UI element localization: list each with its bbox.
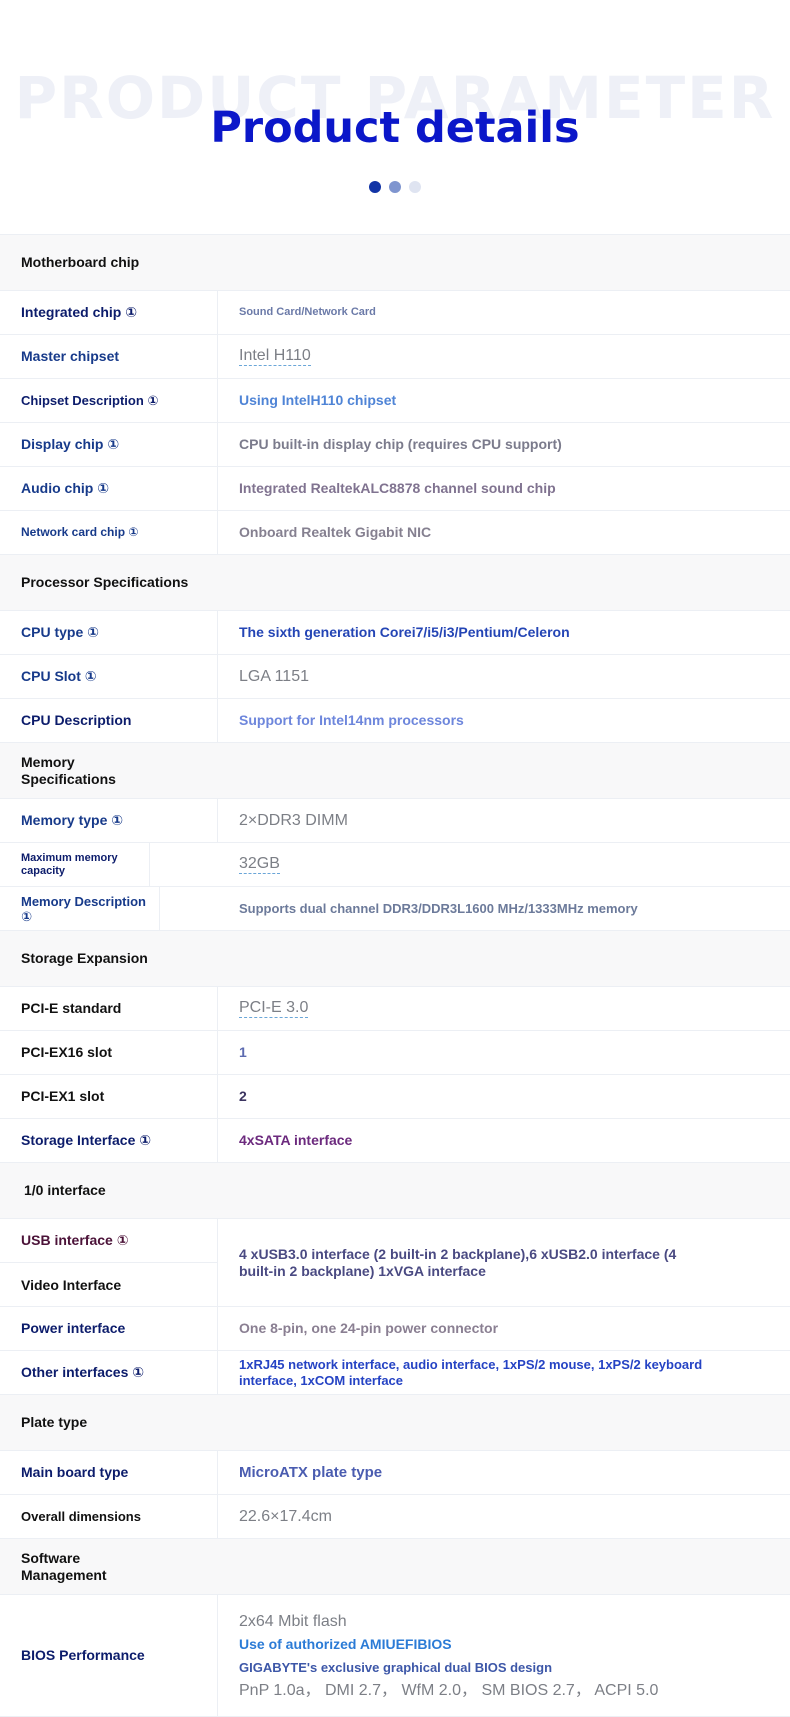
spec-row-memory-description: Memory Description ① Supports dual chann… — [0, 887, 790, 931]
spec-row-master-chipset: Master chipset Intel H110 — [0, 335, 790, 379]
spec-row-overall-dimensions: Overall dimensions 22.6×17.4cm — [0, 1495, 790, 1539]
spec-value: LGA 1151 — [239, 668, 309, 685]
carousel-dot-2[interactable] — [389, 181, 401, 193]
section-title: 1/0 interface — [24, 1182, 106, 1198]
bios-line-amiuefi: Use of authorized AMIUEFIBIOS — [239, 1635, 452, 1652]
spec-value: MicroATX plate type — [239, 1464, 383, 1481]
spec-row-cpu-type: CPU type ① The sixth generation Corei7/i… — [0, 611, 790, 655]
spec-label: BIOS Performance — [0, 1595, 218, 1716]
spec-label: PCI-E standard — [0, 987, 218, 1030]
spec-label: CPU type ① — [0, 611, 218, 654]
spec-value: One 8-pin, one 24-pin power connector — [239, 1320, 499, 1336]
spec-label: Overall dimensions — [0, 1495, 218, 1538]
spec-value: 2x64 Mbit flash Use of authorized AMIUEF… — [218, 1595, 790, 1716]
section-title: Storage Expansion — [21, 950, 148, 966]
spec-row-pci-ex16-slot: PCI-EX16 slot 1 — [0, 1031, 790, 1075]
spec-row-memory-type: Memory type ① 2×DDR3 DIMM — [0, 799, 790, 843]
spec-row-bios-performance: BIOS Performance 2x64 Mbit flash Use of … — [0, 1595, 790, 1717]
spec-value: CPU built-in display chip (requires CPU … — [239, 436, 562, 452]
section-io-interface: 1/0 interface — [0, 1163, 790, 1219]
page-title: Product details — [210, 103, 580, 153]
spec-value: 32GB — [218, 843, 790, 886]
spec-row-network-card-chip: Network card chip ① Onboard Realtek Giga… — [0, 511, 790, 555]
spec-value: PCI-E 3.0 — [218, 987, 790, 1030]
spec-value: Supports dual channel DDR3/DDR3L1600 MHz… — [239, 901, 638, 916]
spec-label: Memory Description ① — [0, 887, 160, 930]
spec-value: Support for Intel14nm processors — [239, 712, 464, 728]
spec-label: Display chip ① — [0, 423, 218, 466]
spec-value: Intel H110 — [218, 335, 790, 378]
spec-label: Master chipset — [0, 335, 218, 378]
carousel-dot-1[interactable] — [369, 181, 381, 193]
spec-row-storage-interface: Storage Interface ① 4xSATA interface — [0, 1119, 790, 1163]
spec-label-usb: USB interface ① — [0, 1219, 218, 1263]
spec-value-text: 32GB — [239, 855, 280, 874]
spec-row-cpu-description: CPU Description Support for Intel14nm pr… — [0, 699, 790, 743]
spec-label: Memory type ① — [0, 799, 218, 842]
spec-value: Sound Card/Network Card — [239, 306, 376, 318]
spec-value: The sixth generation Corei7/i5/i3/Pentiu… — [239, 624, 570, 640]
spec-row-pci-ex1-slot: PCI-EX1 slot 2 — [0, 1075, 790, 1119]
section-title: Processor Specifications — [21, 574, 189, 590]
spec-row-pcie-standard: PCI-E standard PCI-E 3.0 — [0, 987, 790, 1031]
carousel-dot-3[interactable] — [409, 181, 421, 193]
section-plate-type: Plate type — [0, 1395, 790, 1451]
section-title: Motherboard chip — [21, 254, 140, 270]
section-title: Software Management — [21, 1549, 107, 1583]
spec-label: PCI-EX1 slot — [0, 1075, 218, 1118]
section-storage-expansion: Storage Expansion — [0, 931, 790, 987]
spec-row-power-interface: Power interface One 8-pin, one 24-pin po… — [0, 1307, 790, 1351]
spec-row-chipset-description: Chipset Description ① Using IntelH110 ch… — [0, 379, 790, 423]
spec-row-cpu-slot: CPU Slot ① LGA 1151 — [0, 655, 790, 699]
section-title: Memory Specifications — [21, 753, 116, 787]
spec-label: Audio chip ① — [0, 467, 218, 510]
spec-value-text: Intel H110 — [239, 347, 311, 366]
spec-value: Using IntelH110 chipset — [239, 392, 397, 408]
spec-value: 2×DDR3 DIMM — [239, 812, 348, 829]
spec-label: Chipset Description ① — [0, 379, 218, 422]
carousel-dots — [0, 181, 790, 193]
bios-line-flash: 2x64 Mbit flash — [239, 1612, 347, 1630]
hero-header: PRODUCT PARAMETER Product details — [0, 0, 790, 234]
section-processor-specifications: Processor Specifications — [0, 555, 790, 611]
spec-label: Storage Interface ① — [0, 1119, 218, 1162]
bios-line-standards: PnP 1.0a， DMI 2.7， WfM 2.0， SM BIOS 2.7，… — [239, 1681, 659, 1699]
spec-value: 4xSATA interface — [239, 1132, 353, 1148]
spec-value-text: PCI-E 3.0 — [239, 999, 309, 1018]
spec-value: 22.6×17.4cm — [239, 1508, 332, 1525]
spec-label: Network card chip ① — [0, 511, 218, 554]
spec-row-main-board-type: Main board type MicroATX plate type — [0, 1451, 790, 1495]
spec-row-display-chip: Display chip ① CPU built-in display chip… — [0, 423, 790, 467]
bios-line-dual-bios: GIGABYTE's exclusive graphical dual BIOS… — [239, 1659, 553, 1675]
spec-label: Power interface — [0, 1307, 218, 1350]
spec-label: PCI-EX16 slot — [0, 1031, 218, 1074]
spec-label: CPU Slot ① — [0, 655, 218, 698]
section-software-management: Software Management — [0, 1539, 790, 1595]
spec-value: 2 — [239, 1088, 247, 1104]
spec-label: Other interfaces ① — [0, 1351, 218, 1394]
spec-value: 1 — [239, 1044, 247, 1060]
section-motherboard-chip: Motherboard chip — [0, 235, 790, 291]
section-title: Plate type — [21, 1414, 88, 1430]
spec-value-usb-video: 4 xUSB3.0 interface (2 built-in 2 backpl… — [239, 1246, 677, 1279]
spec-label: Integrated chip ① — [0, 291, 218, 334]
spec-value: Onboard Realtek Gigabit NIC — [239, 524, 432, 540]
spec-row-integrated-chip: Integrated chip ① Sound Card/Network Car… — [0, 291, 790, 335]
spec-label: Main board type — [0, 1451, 218, 1494]
spec-row-usb-video: USB interface ① Video Interface 4 xUSB3.… — [0, 1219, 790, 1307]
spec-row-audio-chip: Audio chip ① Integrated RealtekALC8878 c… — [0, 467, 790, 511]
spec-row-maximum-memory-capacity: Maximum memory capacity 32GB — [0, 843, 790, 887]
spec-label: CPU Description — [0, 699, 218, 742]
spec-value: Integrated RealtekALC8878 channel sound … — [239, 480, 556, 496]
spec-table: Motherboard chip Integrated chip ① Sound… — [0, 234, 790, 1717]
spec-label-video: Video Interface — [0, 1263, 218, 1307]
spec-label: Maximum memory capacity — [0, 843, 150, 886]
spec-row-other-interfaces: Other interfaces ① 1xRJ45 network interf… — [0, 1351, 790, 1395]
section-memory-specifications: Memory Specifications — [0, 743, 790, 799]
spec-value: 1xRJ45 network interface, audio interfac… — [239, 1356, 703, 1388]
